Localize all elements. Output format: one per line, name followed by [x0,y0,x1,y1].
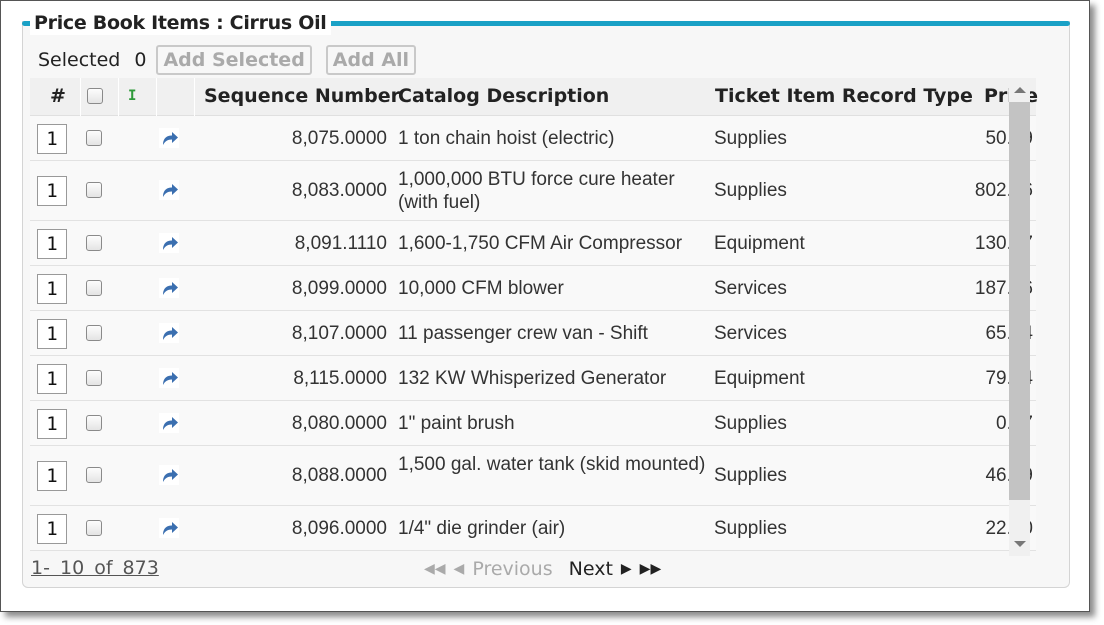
table-row[interactable]: 8,099.0000 10,000 CFM blower Services 18… [30,266,1036,311]
pager-range[interactable]: 1- 10 of 873 [31,557,159,579]
selected-count: 0 [134,49,147,71]
last-page-icon[interactable]: ▶▶ [640,561,662,577]
table-row[interactable]: 8,075.0000 1 ton chain hoist (electric) … [30,116,1036,161]
header-catalog-description[interactable]: Catalog Description [398,78,609,116]
record-type-cell: Supplies [714,465,787,486]
items-grid: # I Sequence Number Catalog Description … [30,78,1060,556]
row-checkbox[interactable] [86,519,102,536]
sequence-number-cell: 8,075.0000 [291,127,387,149]
record-type-cell: Services [714,322,787,344]
table-row[interactable]: 8,115.0000 132 KW Whisperized Generator … [30,356,1036,401]
quantity-input[interactable] [37,318,67,349]
table-row[interactable]: 8,080.0000 1" paint brush Supplies 0.87 [30,401,1036,446]
quantity-input[interactable] [37,408,67,439]
table-header: # I Sequence Number Catalog Description … [30,78,1038,116]
sequence-number-cell: 8,088.0000 [291,465,387,486]
row-checkbox[interactable] [86,279,102,296]
quantity-input[interactable] [37,513,67,544]
add-all-button[interactable]: Add All [325,45,417,75]
share-arrow-icon[interactable] [158,127,180,149]
scroll-up-icon[interactable] [1014,87,1026,93]
share-arrow-icon[interactable] [158,517,180,539]
toolbar: Selected 0 Add Selected Add All [38,44,430,76]
scrollbar-thumb[interactable] [1009,102,1030,500]
catalog-description-cell: 132 KW Whisperized Generator [398,367,667,389]
header-num: # [50,85,66,107]
quantity-input[interactable] [37,461,67,491]
record-type-cell: Supplies [714,517,787,539]
table-row[interactable]: 8,088.0000 1,500 gal. water tank (skid m… [30,446,1036,506]
sequence-number-cell: 8,091.1110 [294,232,387,254]
panel-title: Price Book Items : Cirrus Oil [24,11,331,35]
sequence-number-cell: 8,083.0000 [291,180,387,201]
record-type-cell: Supplies [714,180,787,201]
add-selected-button[interactable]: Add Selected [156,45,312,75]
catalog-description-cell: 1/4" die grinder (air) [398,517,566,539]
scroll-down-icon[interactable] [1014,541,1026,547]
share-arrow-icon[interactable] [158,464,180,486]
row-checkbox[interactable] [86,129,102,146]
quantity-input[interactable] [37,363,67,394]
row-checkbox[interactable] [86,234,102,251]
header-sequence-number[interactable]: Sequence Number [204,78,400,116]
catalog-description-cell: 11 passenger crew van - Shift [398,322,648,344]
next-page-icon[interactable]: ▶ [621,561,632,577]
record-type-cell: Supplies [714,127,787,149]
share-arrow-icon[interactable] [158,277,180,299]
share-arrow-icon[interactable] [158,412,180,434]
table-row[interactable]: 8,091.1110 1,600-1,750 CFM Air Compresso… [30,221,1036,266]
header-ticket-item-record-type[interactable]: Ticket Item Record Type [715,78,973,116]
row-checkbox[interactable] [86,182,102,198]
sequence-number-cell: 8,096.0000 [291,517,387,539]
pager: ◀◀ ◀ Previous Next ▶ ▶▶ [424,556,669,582]
marker-icon: I [128,88,137,104]
table-row[interactable]: 8,107.0000 11 passenger crew van - Shift… [30,311,1036,356]
share-arrow-icon[interactable] [158,367,180,389]
share-arrow-icon[interactable] [158,232,180,254]
row-checkbox[interactable] [86,324,102,341]
next-button[interactable]: Next [569,558,613,580]
sequence-number-cell: 8,099.0000 [291,277,387,299]
record-type-cell: Supplies [714,412,787,434]
row-checkbox[interactable] [86,414,102,431]
sequence-number-cell: 8,080.0000 [291,412,387,434]
first-page-icon[interactable]: ◀◀ [424,561,446,577]
record-type-cell: Equipment [714,232,805,254]
record-type-cell: Services [714,277,787,299]
share-arrow-icon[interactable] [158,322,180,344]
previous-button[interactable]: Previous [472,558,552,580]
prev-page-icon[interactable]: ◀ [454,561,465,577]
quantity-input[interactable] [37,273,67,304]
sequence-number-cell: 8,115.0000 [293,367,387,389]
row-checkbox[interactable] [86,467,102,483]
catalog-description-cell: 1,600-1,750 CFM Air Compressor [398,232,683,254]
table-row[interactable]: 8,096.0000 1/4" die grinder (air) Suppli… [30,506,1036,551]
vertical-scrollbar[interactable] [1009,78,1030,556]
quantity-input[interactable] [37,228,67,259]
record-type-cell: Equipment [714,367,805,389]
sequence-number-cell: 8,107.0000 [291,322,387,344]
table-row[interactable]: 8,083.0000 1,000,000 BTU force cure heat… [30,161,1036,221]
quantity-input[interactable] [37,176,67,206]
catalog-description-cell: 1,500 gal. water tank (skid mounted) [398,454,706,475]
quantity-input[interactable] [37,123,67,154]
catalog-description-cell: 10,000 CFM blower [398,277,564,299]
catalog-description-cell: 1 ton chain hoist (electric) [398,127,615,149]
select-all-checkbox[interactable] [87,88,103,104]
share-arrow-icon[interactable] [158,179,180,201]
catalog-description-cell: 1,000,000 BTU force cure heater (with fu… [398,169,675,213]
selected-label: Selected [38,49,121,71]
catalog-description-cell: 1" paint brush [398,412,515,434]
row-checkbox[interactable] [86,369,102,386]
